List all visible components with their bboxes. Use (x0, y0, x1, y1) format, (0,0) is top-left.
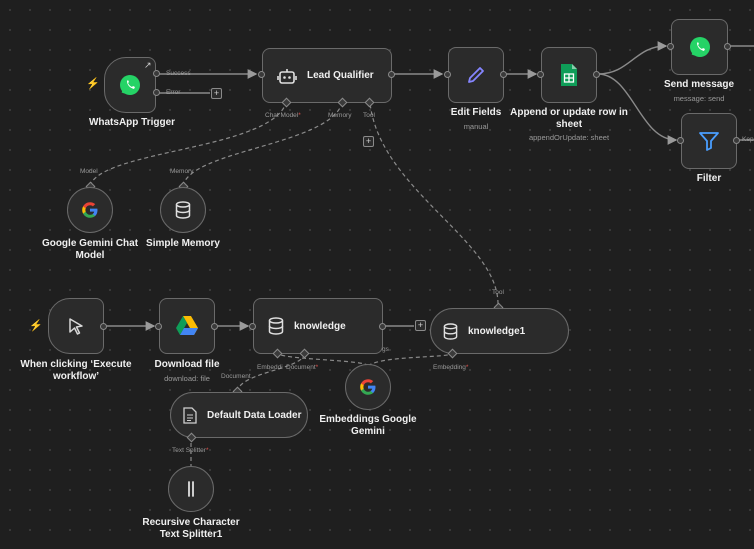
knowledge-document-label: Document* (286, 364, 319, 371)
pencil-icon (465, 64, 487, 86)
knowledge-input-port[interactable] (249, 323, 256, 330)
node-embeddings-gemini[interactable] (345, 364, 391, 410)
node-edit-fields[interactable] (448, 47, 504, 103)
knowledge1-title: knowledge1 (468, 325, 526, 337)
knowledge1-embedding-label: Embedding* (433, 364, 469, 371)
trigger-bolt-icon: ⚡ (86, 78, 100, 90)
sheets-title-line1: Append or update row in (510, 107, 628, 118)
chat-model-label-text: Chat Model (265, 112, 299, 119)
knowledge-output-port[interactable] (379, 323, 386, 330)
qualifier-memory-label: Memory (328, 112, 352, 119)
manual-trigger-output-port[interactable] (100, 323, 107, 330)
node-gemini-chat-model[interactable] (67, 187, 113, 233)
node-text-splitter[interactable] (168, 466, 214, 512)
trigger-success-label: Success (166, 70, 191, 77)
embeddings-gemini-title-line1: Embeddings Google (319, 414, 417, 425)
manual-trigger-bolt-icon: ⚡ (29, 320, 43, 332)
filter-input-port[interactable] (677, 137, 684, 144)
default-loader-title: Default Data Loader (207, 409, 302, 421)
loader-document-label: Document (221, 373, 251, 380)
filter-icon (698, 130, 720, 152)
filter-kept-label: Kep (742, 136, 754, 143)
database-icon (443, 322, 458, 340)
node-download-file[interactable] (159, 298, 215, 354)
send-message-output-port[interactable] (724, 43, 731, 50)
trigger-error-label: Error (166, 89, 181, 96)
gemini-chat-title-line1: Google Gemini Chat (41, 238, 139, 249)
loader-splitter-label: Text Splitter* (172, 447, 209, 454)
google-icon (81, 201, 99, 219)
node-manual-trigger[interactable] (48, 298, 104, 354)
google-icon (359, 378, 377, 396)
download-file-output-port[interactable] (211, 323, 218, 330)
sheets-output-port[interactable] (593, 71, 600, 78)
trigger-success-port[interactable] (153, 70, 160, 77)
loader-splitter-text: Text Splitter (172, 447, 206, 454)
download-file-input-port[interactable] (155, 323, 162, 330)
gemini-chat-port-label: Model (80, 168, 98, 175)
node-knowledge[interactable]: knowledge (253, 298, 383, 354)
simple-memory-port-label: Memory (170, 168, 194, 175)
knowledge-embedding-label: Embeddi (257, 364, 283, 371)
database-icon (175, 201, 191, 219)
cursor-icon (66, 316, 86, 336)
send-message-title: Send message (663, 79, 735, 90)
sheets-subtitle: appendOrUpdate: sheet (528, 133, 610, 142)
robot-icon (277, 67, 297, 85)
split-icon (184, 480, 198, 498)
lead-qualifier-title: Lead Qualifier (307, 70, 374, 81)
edge-sheets-to-send (597, 41, 668, 75)
node-lead-qualifier[interactable]: Lead Qualifier (262, 48, 392, 103)
qualifier-tool-label: Tool (363, 112, 375, 119)
edit-fields-input-port[interactable] (444, 71, 451, 78)
qualifier-output-port[interactable] (388, 71, 395, 78)
knowledge1-embedding-text: Embedding (433, 364, 466, 371)
node-sheets-append[interactable] (541, 47, 597, 103)
whatsapp-icon (688, 35, 712, 59)
text-splitter-title-line2: Text Splitter1 (159, 529, 223, 540)
node-default-data-loader[interactable]: Default Data Loader (170, 392, 308, 438)
knowledge-title: knowledge (294, 320, 346, 332)
manual-trigger-title-line2: workflow’ (52, 371, 100, 382)
qualifier-input-port[interactable] (258, 71, 265, 78)
node-simple-memory[interactable] (160, 187, 206, 233)
knowledge-overlap-label: gs (382, 346, 389, 353)
filter-title: Filter (696, 173, 722, 184)
text-splitter-title-line1: Recursive Character (142, 517, 240, 528)
download-file-title: Download file (154, 359, 220, 370)
trigger-external-arrow-icon: ↗ (144, 60, 152, 70)
node-send-message[interactable] (671, 19, 728, 75)
send-message-subtitle: message: send (673, 94, 725, 103)
knowledge-document-text: Document (286, 364, 316, 371)
knowledge1-tool-label: Tool (492, 289, 504, 296)
trigger-error-add-button[interactable]: + (211, 88, 222, 99)
filter-output-port[interactable] (733, 137, 740, 144)
qualifier-chat-model-label: Chat Model* (265, 112, 301, 119)
google-drive-icon (175, 315, 199, 337)
trigger-error-port[interactable] (153, 89, 160, 96)
manual-trigger-title-line1: When clicking ‘Execute (20, 359, 132, 370)
edge-knowledge1-to-qualifier (369, 102, 499, 305)
node-knowledge1[interactable]: knowledge1 (430, 308, 569, 354)
edit-fields-output-port[interactable] (500, 71, 507, 78)
node-filter[interactable] (681, 113, 737, 169)
simple-memory-title: Simple Memory (146, 238, 220, 249)
database-icon (268, 317, 284, 335)
knowledge-add-button[interactable]: + (415, 320, 426, 331)
gemini-chat-title-line2: Model (75, 250, 105, 261)
embeddings-gemini-title-line2: Gemini (351, 426, 385, 437)
qualifier-tool-add-button[interactable]: + (363, 136, 374, 147)
sheets-input-port[interactable] (537, 71, 544, 78)
send-message-input-port[interactable] (667, 43, 674, 50)
edge-memory-to-qualifier (182, 102, 343, 187)
document-icon (183, 406, 197, 424)
sheets-title-line2: sheet (555, 119, 583, 130)
google-sheets-icon (560, 63, 578, 87)
whatsapp-icon (118, 73, 142, 97)
whatsapp-trigger-title: WhatsApp Trigger (88, 117, 176, 128)
